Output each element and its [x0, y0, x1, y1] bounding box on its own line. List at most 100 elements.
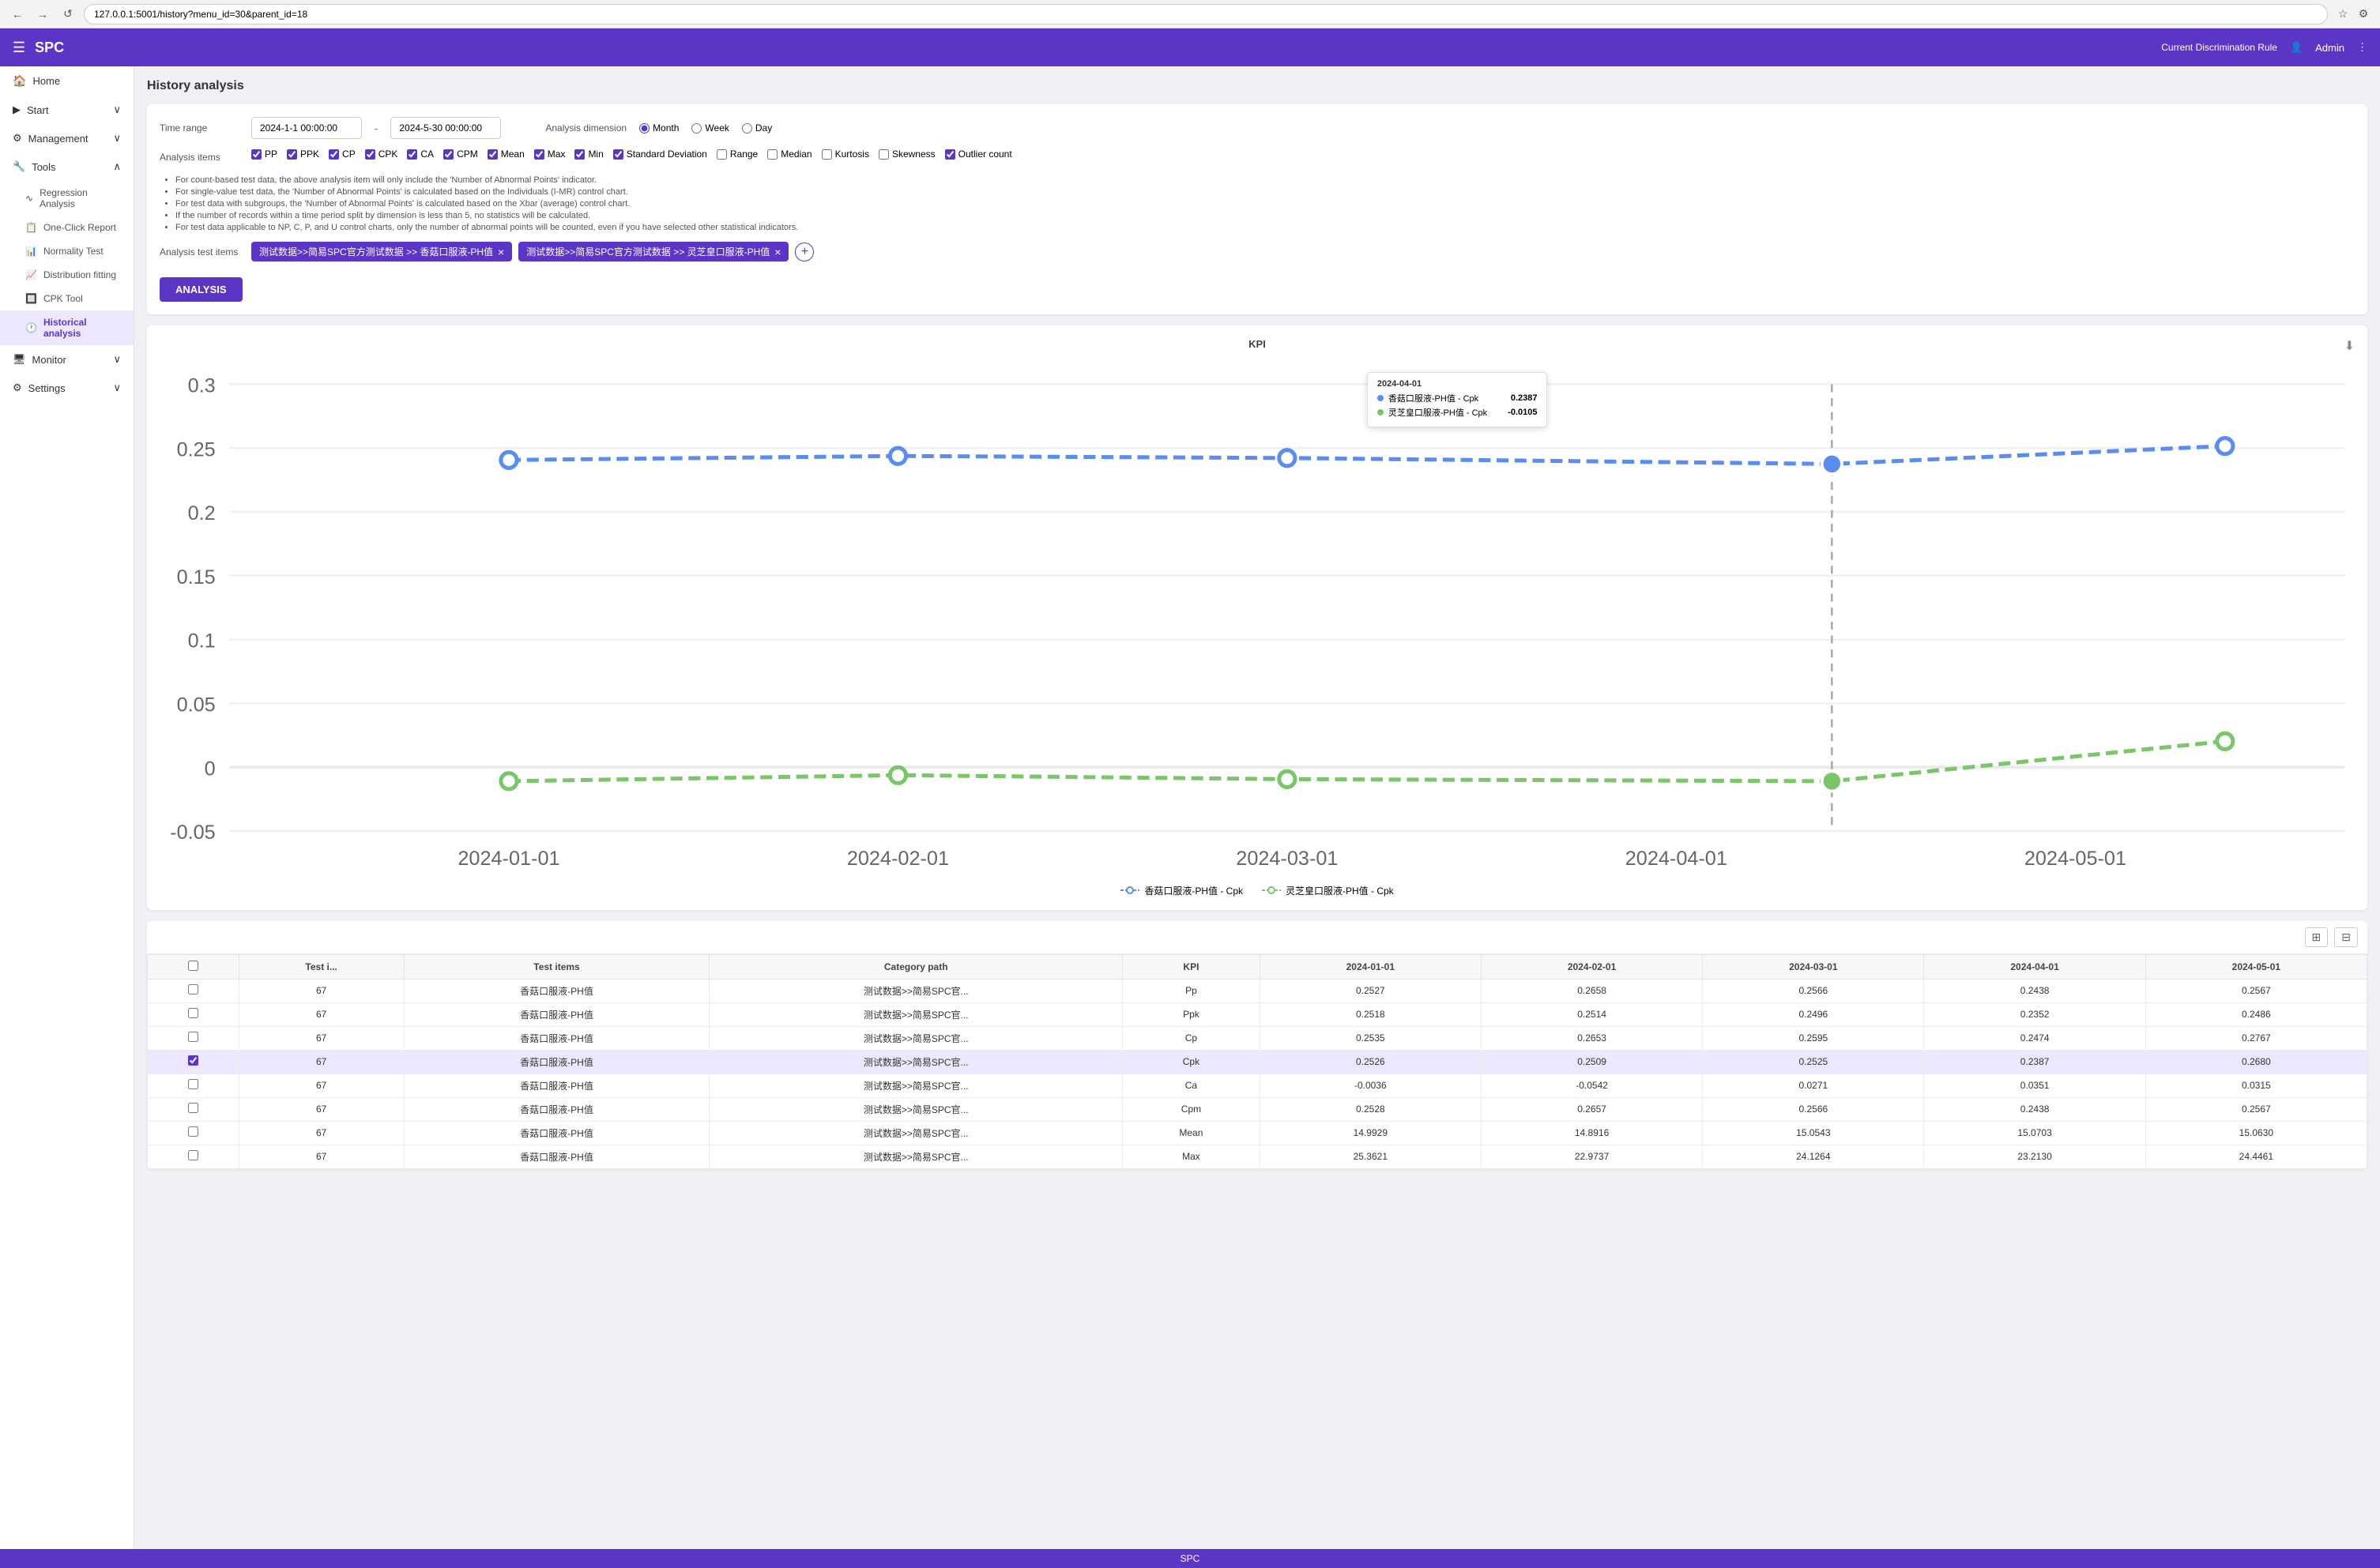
td-checkbox[interactable] [148, 979, 239, 1002]
row-checkbox-7[interactable] [188, 1150, 198, 1160]
forward-button[interactable]: → [33, 5, 52, 24]
td-checkbox[interactable] [148, 1097, 239, 1121]
time-range-row: Time range - Analysis dimension Month We… [160, 117, 2355, 139]
td-category: 测试数据>>简易SPC官... [710, 1026, 1123, 1050]
browser-icons: ☆ ⚙ [2334, 6, 2372, 23]
checkbox-item-cp[interactable]: CP [329, 149, 356, 160]
note-item: If the number of records within a time p… [175, 211, 2355, 220]
row-checkbox-6[interactable] [188, 1126, 198, 1137]
row-checkbox-3[interactable] [188, 1055, 198, 1066]
checkbox-item-mean[interactable]: Mean [488, 149, 525, 160]
radio-day[interactable]: Day [742, 122, 772, 133]
radio-week[interactable]: Week [691, 122, 729, 133]
start-date-input[interactable] [251, 117, 362, 139]
radio-day-input[interactable] [742, 123, 752, 133]
checkbox-item-min[interactable]: Min [574, 149, 603, 160]
tag-close-tag2[interactable]: × [774, 246, 781, 258]
td-v5: 0.2486 [2145, 1002, 2367, 1026]
sidebar-item-historical-analysis[interactable]: 🕐 Historical analysis [0, 310, 134, 345]
cpk-icon: 🔲 [25, 293, 37, 304]
checkbox-skewness[interactable] [879, 149, 889, 160]
td-checkbox[interactable] [148, 1074, 239, 1097]
sidebar-item-start[interactable]: ▶ Start ∨ [0, 96, 134, 124]
table-body: 67 香菇口服液-PH值 测试数据>>简易SPC官... Pp 0.2527 0… [148, 979, 2367, 1168]
add-tag-button[interactable]: + [795, 243, 814, 261]
reload-button[interactable]: ↺ [58, 5, 77, 24]
sidebar-item-settings[interactable]: ⚙ Settings ∨ [0, 374, 134, 402]
checkbox-item-range[interactable]: Range [717, 149, 758, 160]
checkbox-item-kurtosis[interactable]: Kurtosis [822, 149, 869, 160]
td-checkbox[interactable] [148, 1050, 239, 1074]
row-checkbox-2[interactable] [188, 1032, 198, 1042]
sidebar-item-management[interactable]: ⚙ Management ∨ [0, 124, 134, 152]
tag-close-tag1[interactable]: × [498, 246, 504, 258]
checkbox-item-outliercount[interactable]: Outlier count [945, 149, 1012, 160]
checkbox-median[interactable] [767, 149, 778, 160]
page-title: History analysis [147, 79, 2367, 93]
sidebar-item-tools[interactable]: 🔧 Tools ∧ [0, 152, 134, 181]
checkbox-range[interactable] [717, 149, 727, 160]
svg-text:0: 0 [205, 758, 216, 780]
more-options-icon[interactable]: ⋮ [2357, 41, 2367, 54]
checkbox-ppk[interactable] [287, 149, 297, 160]
analysis-button[interactable]: ANALYSIS [160, 277, 243, 302]
radio-week-input[interactable] [691, 123, 702, 133]
row-checkbox-4[interactable] [188, 1079, 198, 1089]
sidebar-item-normality-test[interactable]: 📊 Normality Test [0, 239, 134, 263]
sidebar-monitor-label: Monitor [32, 354, 66, 366]
td-v1: 0.2518 [1260, 1002, 1481, 1026]
checkbox-cp[interactable] [329, 149, 339, 160]
td-checkbox[interactable] [148, 1026, 239, 1050]
sidebar-item-monitor[interactable]: 🖥 Monitor ∨ [0, 345, 134, 374]
checkbox-ca[interactable] [407, 149, 417, 160]
checkbox-item-median[interactable]: Median [767, 149, 812, 160]
td-checkbox[interactable] [148, 1002, 239, 1026]
checkbox-item-ppk[interactable]: PPK [287, 149, 319, 160]
checkbox-item-max[interactable]: Max [534, 149, 566, 160]
download-icon[interactable]: ⬇ [2344, 338, 2355, 354]
checkbox-min[interactable] [574, 149, 585, 160]
extensions-icon[interactable]: ⚙ [2355, 6, 2372, 23]
td-kpi: Cpm [1123, 1097, 1260, 1121]
checkbox-cpm[interactable] [443, 149, 454, 160]
td-checkbox[interactable] [148, 1121, 239, 1145]
checkbox-mean[interactable] [488, 149, 498, 160]
td-v1: 0.2535 [1260, 1026, 1481, 1050]
sidebar-item-regression-analysis[interactable]: ∿ Regression Analysis [0, 181, 134, 216]
table-row: 67 香菇口服液-PH值 测试数据>>简易SPC官... Ca -0.0036 … [148, 1074, 2367, 1097]
sidebar-item-distribution-fitting[interactable]: 📈 Distribution fitting [0, 263, 134, 287]
svg-text:0.1: 0.1 [188, 630, 216, 652]
row-checkbox-1[interactable] [188, 1008, 198, 1018]
hamburger-icon[interactable]: ☰ [13, 39, 25, 56]
checkbox-max[interactable] [534, 149, 544, 160]
checkbox-item-cpm[interactable]: CPM [443, 149, 478, 160]
sidebar-management-label: Management [28, 133, 88, 145]
table-grid-view-button[interactable]: ⊞ [2305, 927, 2329, 947]
checkbox-item-stddev[interactable]: Standard Deviation [613, 149, 707, 160]
checkbox-stddev[interactable] [613, 149, 623, 160]
end-date-input[interactable] [390, 117, 501, 139]
checkbox-item-pp[interactable]: PP [251, 149, 277, 160]
select-all-checkbox[interactable] [188, 961, 198, 971]
checkbox-item-skewness[interactable]: Skewness [879, 149, 936, 160]
sidebar-item-cpk-tool[interactable]: 🔲 CPK Tool [0, 287, 134, 310]
checkbox-label-skewness: Skewness [892, 149, 936, 160]
td-checkbox[interactable] [148, 1145, 239, 1168]
legend-label-1: 香菇口服液-PH值 - Cpk [1144, 884, 1243, 897]
star-icon[interactable]: ☆ [2334, 6, 2352, 23]
checkbox-pp[interactable] [251, 149, 262, 160]
table-export-button[interactable]: ⊟ [2334, 927, 2358, 947]
checkbox-cpk[interactable] [365, 149, 375, 160]
checkbox-item-ca[interactable]: CA [407, 149, 434, 160]
row-checkbox-0[interactable] [188, 984, 198, 995]
row-checkbox-5[interactable] [188, 1103, 198, 1113]
radio-month-input[interactable] [639, 123, 650, 133]
back-button[interactable]: ← [8, 5, 27, 24]
checkbox-kurtosis[interactable] [822, 149, 832, 160]
url-bar[interactable] [84, 4, 2328, 24]
radio-month[interactable]: Month [639, 122, 679, 133]
sidebar-item-home[interactable]: 🏠 Home [0, 66, 134, 96]
checkbox-outliercount[interactable] [945, 149, 955, 160]
sidebar-item-one-click-report[interactable]: 📋 One-Click Report [0, 216, 134, 239]
checkbox-item-cpk[interactable]: CPK [365, 149, 398, 160]
